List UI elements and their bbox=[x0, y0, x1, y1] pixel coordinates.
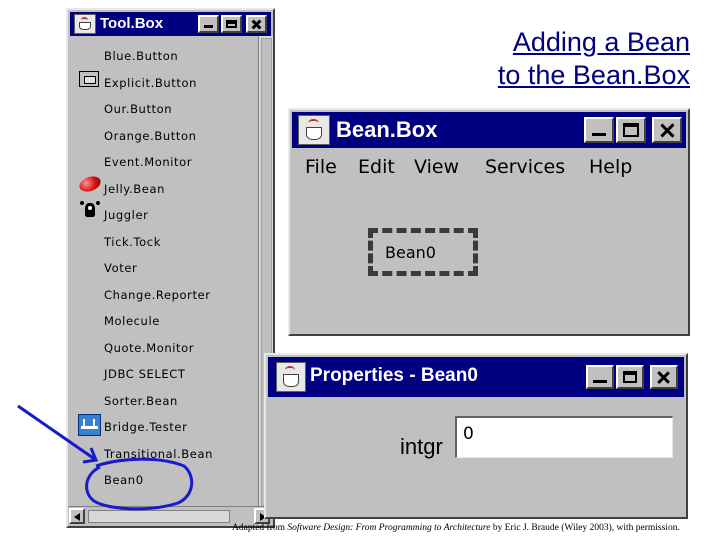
toolbox-titlebar[interactable]: Tool.Box bbox=[70, 12, 271, 36]
beanbox-close-button[interactable] bbox=[652, 117, 682, 143]
toolbox-close-button[interactable] bbox=[246, 15, 267, 33]
properties-minimize-button[interactable] bbox=[586, 365, 614, 389]
maximize-icon bbox=[622, 370, 638, 384]
toolbox-item[interactable]: Event.Monitor bbox=[104, 155, 192, 169]
close-icon bbox=[652, 367, 676, 387]
beanbox-window: Bean.Box bbox=[288, 108, 690, 336]
credit-book-title: Software Design: From Programming to Arc… bbox=[287, 523, 491, 533]
intgr-label: intgr bbox=[400, 434, 443, 459]
beanbox-minimize-button[interactable] bbox=[584, 117, 614, 143]
toolbox-item[interactable]: Juggler bbox=[104, 208, 148, 222]
toolbox-item[interactable]: Our.Button bbox=[104, 102, 172, 116]
toolbox-item[interactable]: Blue.Button bbox=[104, 49, 178, 63]
java-cup-icon bbox=[74, 14, 96, 34]
scroll-thumb[interactable] bbox=[88, 510, 230, 523]
juggler-icon bbox=[80, 201, 100, 219]
credit-prefix: Adapted from bbox=[232, 523, 288, 533]
bean0-label: Bean0 bbox=[385, 243, 436, 262]
slide-title-line-2: to the Bean.Box bbox=[497, 60, 690, 90]
bean0-component[interactable]: Bean0 bbox=[368, 228, 478, 276]
scroll-left-button[interactable] bbox=[69, 508, 85, 524]
intgr-field[interactable]: 0 bbox=[455, 416, 673, 458]
beanbox-title: Bean.Box bbox=[336, 117, 438, 142]
toolbox-item[interactable]: Quote.Monitor bbox=[104, 341, 194, 355]
toolbox-item[interactable]: Jelly.Bean bbox=[104, 182, 165, 196]
toolbox-item[interactable]: Transitional.Bean bbox=[104, 447, 213, 461]
minimize-icon bbox=[591, 133, 607, 137]
toolbox-item[interactable]: Tick.Tock bbox=[104, 235, 161, 249]
properties-maximize-button[interactable] bbox=[616, 365, 644, 389]
properties-titlebar[interactable]: Properties - Bean0 bbox=[268, 357, 684, 397]
bridge-icon bbox=[78, 414, 101, 436]
slide-title-line-1: Adding a Bean bbox=[512, 27, 690, 57]
credit-line: Adapted from Software Design: From Progr… bbox=[232, 523, 680, 533]
button-icon bbox=[79, 71, 99, 87]
toolbox-item[interactable]: Change.Reporter bbox=[104, 288, 211, 302]
intgr-field-value: 0 bbox=[463, 424, 474, 444]
toolbox-title: Tool.Box bbox=[100, 15, 164, 32]
toolbox-maximize-button[interactable] bbox=[221, 15, 242, 33]
maximize-icon bbox=[226, 19, 237, 29]
toolbox-item[interactable]: Explicit.Button bbox=[104, 76, 197, 90]
credit-suffix: by Eric J. Braude (Wiley 2003), with per… bbox=[490, 523, 680, 533]
toolbox-item[interactable]: Bean0 bbox=[104, 473, 144, 487]
toolbox-item[interactable]: Bridge.Tester bbox=[104, 420, 187, 434]
close-icon bbox=[248, 17, 265, 31]
beanbox-maximize-button[interactable] bbox=[616, 117, 646, 143]
menu-services[interactable]: Services bbox=[485, 156, 565, 178]
menu-file[interactable]: File bbox=[305, 156, 337, 178]
menu-help[interactable]: Help bbox=[589, 156, 632, 178]
toolbox-item[interactable]: Sorter.Bean bbox=[104, 394, 178, 408]
java-cup-icon bbox=[298, 115, 330, 145]
toolbox-item[interactable]: JDBC SELECT bbox=[104, 367, 186, 381]
menu-view[interactable]: View bbox=[414, 156, 459, 178]
minimize-icon bbox=[593, 379, 607, 383]
toolbox-item[interactable]: Voter bbox=[104, 261, 137, 275]
minimize-icon bbox=[203, 24, 214, 28]
slide-title: Adding a Bean to the Bean.Box bbox=[498, 26, 690, 92]
properties-title: Properties - Bean0 bbox=[310, 365, 478, 386]
java-cup-icon bbox=[276, 362, 306, 392]
beanbox-titlebar[interactable]: Bean.Box bbox=[292, 112, 686, 148]
menu-edit[interactable]: Edit bbox=[358, 156, 395, 178]
properties-close-button[interactable] bbox=[650, 365, 678, 389]
toolbox-item[interactable]: Molecule bbox=[104, 314, 160, 328]
close-icon bbox=[654, 119, 680, 141]
scroll-left-arrow-icon bbox=[74, 513, 80, 521]
toolbox-minimize-button[interactable] bbox=[198, 15, 219, 33]
toolbox-item[interactable]: Orange.Button bbox=[104, 129, 196, 143]
maximize-icon bbox=[623, 122, 639, 138]
